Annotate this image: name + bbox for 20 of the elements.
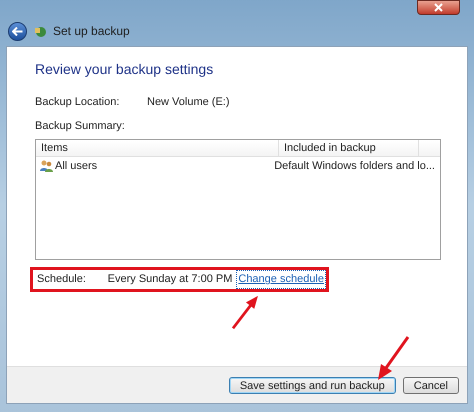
field-label: Backup Location: <box>35 95 120 110</box>
users-icon <box>40 160 53 172</box>
column-header[interactable]: Included in backup <box>279 140 419 156</box>
change-schedule-link[interactable]: Change schedule <box>236 270 326 289</box>
window-title: Set up backup <box>53 23 130 40</box>
field-value: Every Sunday at 7:00 PM <box>108 272 232 288</box>
field-label: Schedule: <box>37 272 87 288</box>
column-header[interactable]: Items <box>36 140 279 156</box>
cancel-button[interactable]: Cancel <box>402 376 459 394</box>
field-label: Backup Summary: <box>35 118 126 134</box>
save-button[interactable]: Save settings and run backup <box>228 376 396 394</box>
table-cell-text: All users <box>55 158 98 174</box>
field-value: New Volume (E:) <box>147 95 230 110</box>
close-icon <box>434 3 443 12</box>
backup-icon <box>33 24 47 38</box>
back-button[interactable] <box>8 22 27 40</box>
page-heading: Review your backup settings <box>35 60 214 79</box>
close-button[interactable] <box>417 0 460 15</box>
back-arrow-icon <box>12 26 23 36</box>
table-cell-text: Default Windows folders and lo... <box>273 158 436 174</box>
